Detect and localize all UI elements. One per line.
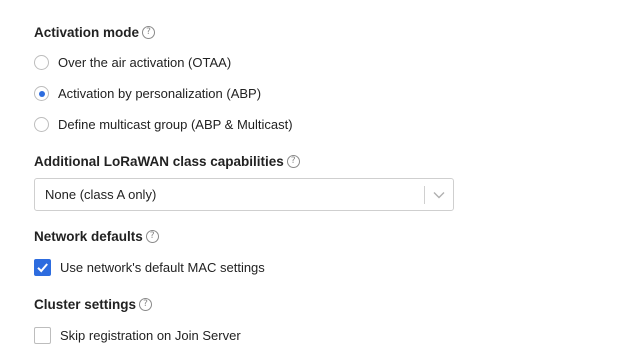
radio-button[interactable] [34,117,49,132]
network-defaults-title: Network defaults ? [34,229,159,244]
skip-join-server-checkbox-row[interactable]: Skip registration on Join Server [34,327,241,344]
help-icon[interactable]: ? [145,230,159,243]
radio-multicast[interactable]: Define multicast group (ABP & Multicast) [34,117,293,132]
chevron-down-icon[interactable] [425,191,453,199]
radio-abp-label: Activation by personalization (ABP) [58,86,262,101]
skip-join-server-checkbox[interactable] [34,327,51,344]
select-value: None (class A only) [45,187,157,202]
network-defaults-checkbox-label: Use network's default MAC settings [60,260,265,275]
class-capabilities-title-text: Additional LoRaWAN class capabilities [34,154,284,169]
activation-mode-title-text: Activation mode [34,25,140,40]
class-capabilities-select[interactable]: None (class A only) [34,178,454,211]
radio-button[interactable] [34,55,49,70]
class-capabilities-title: Additional LoRaWAN class capabilities ? [34,154,300,169]
cluster-settings-title: Cluster settings ? [34,297,153,312]
radio-abp[interactable]: Activation by personalization (ABP) [34,86,261,101]
network-defaults-checkbox-row[interactable]: Use network's default MAC settings [34,259,265,276]
activation-mode-title: Activation mode ? [34,25,156,40]
help-icon[interactable]: ? [139,298,153,311]
cluster-settings-title-text: Cluster settings [34,297,137,312]
network-defaults-title-text: Network defaults [34,229,143,244]
checkmark-icon [37,263,48,273]
network-defaults-checkbox[interactable] [34,259,51,276]
skip-join-server-checkbox-label: Skip registration on Join Server [60,328,241,343]
radio-otaa[interactable]: Over the air activation (OTAA) [34,55,231,70]
radio-button-selected[interactable] [34,86,49,101]
radio-otaa-label: Over the air activation (OTAA) [58,55,232,70]
help-icon[interactable]: ? [142,26,156,39]
radio-multicast-label: Define multicast group (ABP & Multicast) [58,117,293,132]
help-icon[interactable]: ? [286,155,300,168]
